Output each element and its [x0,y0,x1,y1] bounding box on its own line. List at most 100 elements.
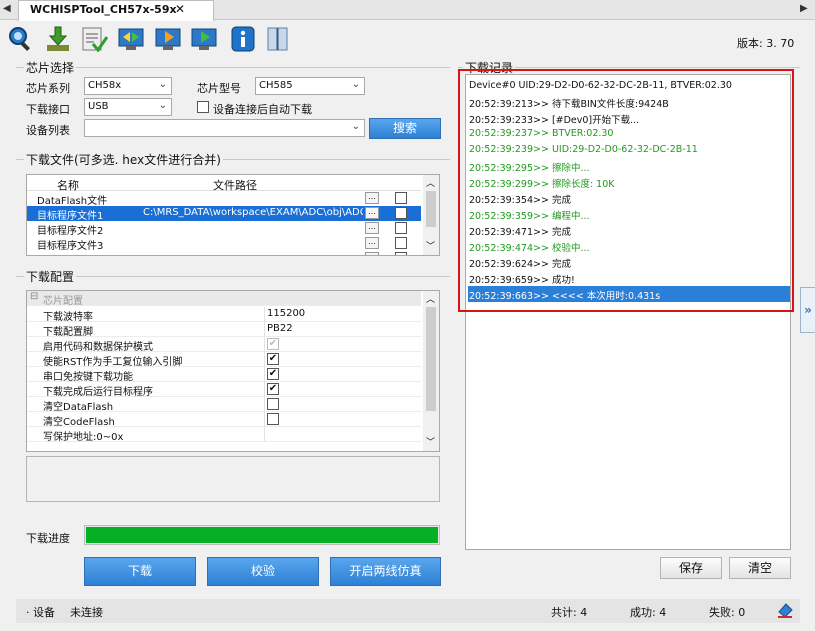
clear-log-button[interactable]: 清空 [729,557,791,579]
scrollbar-thumb[interactable] [426,307,436,411]
chip-select-divider [16,67,450,68]
status-total: 共计: 4 [551,606,588,619]
search-icon[interactable] [6,25,34,53]
config-group-header[interactable]: ⊟ 芯片配置 [27,291,421,307]
chip-series-label: 芯片系列 [26,82,70,95]
file-row[interactable]: DataFlash文件... [27,191,421,207]
browse-file-button[interactable]: ... [365,192,379,204]
config-row[interactable]: 写保护地址:0~0x [27,427,421,443]
monitor-exchange-icon[interactable] [190,25,218,53]
scrollbar-thumb[interactable] [426,191,436,227]
tab-close-icon[interactable]: ✕ [175,2,185,16]
progress-label: 下载进度 [26,532,70,545]
log-highlight-box [458,69,794,312]
config-row-key: 下载波特率 [43,312,93,323]
scroll-down-icon[interactable]: ﹀ [426,435,435,448]
book-icon[interactable] [264,25,292,53]
download-config-title: 下载配置 [24,268,77,285]
file-row-name: 目标程序文件4 [37,252,103,255]
config-row-value[interactable]: PB22 [267,323,293,334]
scroll-down-icon[interactable]: ﹀ [426,239,435,252]
file-row[interactable]: 目标程序文件4... [27,251,421,255]
config-row[interactable]: 清空DataFlash [27,397,421,413]
status-fail: 失败: 0 [709,606,746,619]
config-row-key: 清空DataFlash [43,402,114,413]
file-row-name: 目标程序文件3 [37,241,104,252]
tab-title: WCHISPTool_CH57x-59x [30,3,177,16]
download-icon[interactable] [44,25,72,53]
chip-model-select[interactable]: CH585 ⌄ [255,77,365,95]
download-button[interactable]: 下载 [84,557,196,586]
file-row[interactable]: 目标程序文件1 C:\MRS_DATA\workspace\EXAM\ADC\ob… [27,206,421,222]
file-row[interactable]: 目标程序文件3... [27,236,421,252]
search-button[interactable]: 搜索 [369,118,441,139]
chip-series-select[interactable]: CH58x ⌄ [84,77,172,95]
config-row-checkbox[interactable]: ✔ [267,353,279,365]
config-row[interactable]: 启用代码和数据保护模式 ✔ [27,337,421,353]
device-list-select[interactable]: ⌄ [84,119,365,137]
config-row-divider [264,307,265,322]
config-property-grid: ⊟ 芯片配置 下载波特率 115200 下载配置脚 PB22 启用代码和数据保护模式 ✔ 使… [26,290,440,452]
status-success: 成功: 4 [630,606,667,619]
config-row[interactable]: 使能RST作为手工复位输入引脚 ✔ [27,352,421,368]
save-log-button[interactable]: 保存 [660,557,722,579]
eraser-icon[interactable] [776,601,794,622]
file-row-checkbox[interactable] [395,192,407,204]
config-row-divider [264,382,265,397]
download-port-label: 下载接口 [26,103,70,116]
chip-select-title: 芯片选择 [24,59,77,76]
config-row-checkbox[interactable] [267,413,279,425]
config-row-divider [264,397,265,412]
download-config-divider [16,276,450,277]
download-port-value: USB [88,101,109,112]
file-table-header: 名称 文件路径 [27,175,421,192]
download-progress-bar [84,525,440,545]
scroll-up-icon[interactable]: ︿ [426,292,435,305]
info-icon[interactable] [229,25,257,53]
config-row-checkbox[interactable]: ✔ [267,368,279,380]
config-row-key: 下载完成后运行目标程序 [43,387,153,398]
file-row[interactable]: 目标程序文件2... [27,221,421,237]
file-table-scrollbar[interactable]: ︿ ﹀ [423,175,439,255]
config-row-checkbox[interactable] [267,398,279,410]
file-row-checkbox[interactable] [395,237,407,249]
checklist-icon[interactable] [80,25,109,53]
chevron-down-icon: ⌄ [158,100,167,111]
browse-file-button[interactable]: ... [365,252,379,255]
tab-scroll-left-icon[interactable]: ◀ [3,3,11,14]
expand-panel-icon[interactable]: » [800,287,815,333]
chip-series-value: CH58x [88,80,122,91]
verify-button[interactable]: 校验 [207,557,319,586]
two-wire-debug-button[interactable]: 开启两线仿真 [330,557,441,586]
chevron-down-icon: ⌄ [351,79,360,90]
auto-download-checkbox[interactable] [197,101,209,113]
file-row-checkbox[interactable] [395,222,407,234]
config-row[interactable]: 下载完成后运行目标程序 ✔ [27,382,421,398]
config-row[interactable]: 下载配置脚 PB22 [27,322,421,338]
status-device-label: · 设备 [26,606,55,619]
version-label: 版本: 3. 70 [737,37,795,50]
config-row-value[interactable]: 115200 [267,308,305,319]
scroll-up-icon[interactable]: ︿ [426,176,435,189]
config-row[interactable]: 清空CodeFlash [27,412,421,428]
browse-file-button[interactable]: ... [365,222,379,234]
config-row[interactable]: 下载波特率 115200 [27,307,421,323]
file-row-checkbox[interactable] [395,252,407,255]
browse-file-button[interactable]: ... [365,237,379,249]
tab-scroll-right-icon[interactable]: ▶ [800,3,808,14]
config-row-checkbox[interactable]: ✔ [267,383,279,395]
config-grid-scrollbar[interactable]: ︿ ﹀ [423,291,439,451]
config-row[interactable]: 串口免按键下载功能 ✔ [27,367,421,383]
browse-file-button[interactable]: ... [365,207,379,219]
config-row-divider [264,427,265,442]
file-row-checkbox[interactable]: ✔ [395,207,407,219]
download-port-select[interactable]: USB ⌄ [84,98,172,116]
transfer-icon[interactable] [117,25,145,53]
config-row-key: 写保护地址:0~0x [43,432,124,443]
device-list-label: 设备列表 [26,124,70,137]
collapse-icon[interactable]: ⊟ [30,291,38,302]
config-row-divider [264,352,265,367]
file-row-name: 目标程序文件2 [37,226,104,237]
monitor-arrow-icon[interactable] [154,25,182,53]
status-bar: · 设备 未连接 共计: 4 成功: 4 失败: 0 [16,599,800,623]
